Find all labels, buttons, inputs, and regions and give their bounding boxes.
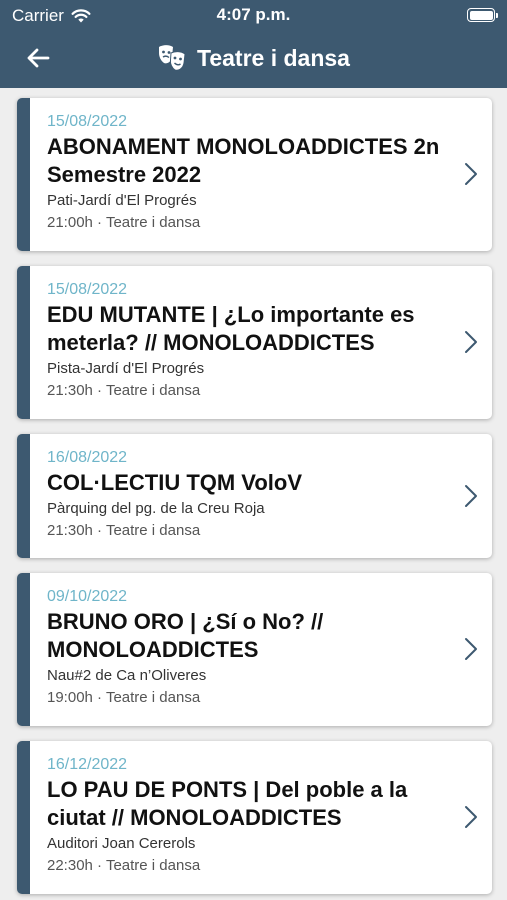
event-time: 21:00h <box>47 214 93 231</box>
event-meta: 21:30h · Teatre i dansa <box>47 522 201 539</box>
event-category: Teatre i dansa <box>105 382 201 399</box>
event-time: 19:00h <box>47 689 93 706</box>
event-time: 21:30h <box>47 522 93 539</box>
event-category: Teatre i dansa <box>105 689 201 706</box>
event-content: 09/10/2022 BRUNO ORO | ¿Sí o No? // MONO… <box>47 587 448 709</box>
event-card[interactable]: 16/08/2022 COL·LECTIU TQM VoloV Pàrquing… <box>17 434 492 558</box>
event-meta: 21:30h · Teatre i dansa <box>47 382 201 399</box>
event-meta: 22:30h · Teatre i dansa <box>47 857 201 874</box>
event-venue: Auditori Joan Cererols <box>47 835 196 852</box>
theater-masks-icon <box>159 45 186 71</box>
event-date: 09/10/2022 <box>47 588 128 605</box>
battery-icon <box>467 8 498 22</box>
event-title: LO PAU DE PONTS | Del poble a la ciutat … <box>47 777 408 830</box>
event-title: ABONAMENT MONOLOADDICTES 2n Semestre 202… <box>47 134 440 187</box>
event-title: COL·LECTIU TQM VoloV <box>47 470 303 495</box>
event-date: 16/08/2022 <box>47 449 128 466</box>
event-card[interactable]: 15/08/2022 EDU MUTANTE | ¿Lo importante … <box>17 266 492 419</box>
event-category: Teatre i dansa <box>105 522 201 539</box>
chevron-right-icon <box>465 638 477 660</box>
event-date: 15/08/2022 <box>47 113 128 130</box>
event-date: 15/08/2022 <box>47 281 128 298</box>
event-meta: 21:00h · Teatre i dansa <box>47 214 201 231</box>
event-title: BRUNO ORO | ¿Sí o No? // MONOLOADDICTES <box>47 609 324 662</box>
header: Carrier 4:07 p.m. Teatre i dansa <box>0 0 507 88</box>
nav-title-group: Teatre i dansa <box>0 42 507 74</box>
event-category: Teatre i dansa <box>105 214 201 231</box>
event-meta: 19:00h · Teatre i dansa <box>47 689 201 706</box>
event-card[interactable]: 09/10/2022 BRUNO ORO | ¿Sí o No? // MONO… <box>17 573 492 726</box>
event-content: 16/12/2022 LO PAU DE PONTS | Del poble a… <box>47 755 448 877</box>
event-category: Teatre i dansa <box>105 857 201 874</box>
event-card[interactable]: 16/12/2022 LO PAU DE PONTS | Del poble a… <box>17 741 492 894</box>
navigation-bar: Teatre i dansa <box>0 36 507 80</box>
page-title: Teatre i dansa <box>197 44 350 71</box>
chevron-right-icon <box>465 331 477 353</box>
event-time: 22:30h <box>47 857 93 874</box>
event-content: 16/08/2022 COL·LECTIU TQM VoloV Pàrquing… <box>47 448 448 542</box>
event-time: 21:30h <box>47 382 93 399</box>
event-card[interactable]: 15/08/2022 ABONAMENT MONOLOADDICTES 2n S… <box>17 98 492 251</box>
event-venue: Pista-Jardí d'El Progrés <box>47 360 205 377</box>
event-venue: Nau#2 de Ca n’Oliveres <box>47 667 207 684</box>
event-venue: Pati-Jardí d'El Progrés <box>47 192 197 209</box>
chevron-right-icon <box>465 806 477 828</box>
event-venue: Pàrquing del pg. de la Creu Roja <box>47 500 265 517</box>
chevron-right-icon <box>465 163 477 185</box>
event-date: 16/12/2022 <box>47 756 128 773</box>
status-time: 4:07 p.m. <box>216 5 291 24</box>
event-title: EDU MUTANTE | ¿Lo importante es meterla?… <box>47 302 415 355</box>
chevron-right-icon <box>465 485 477 507</box>
event-content: 15/08/2022 EDU MUTANTE | ¿Lo importante … <box>47 280 448 402</box>
event-content: 15/08/2022 ABONAMENT MONOLOADDICTES 2n S… <box>47 112 448 234</box>
status-bar: Carrier 4:07 p.m. <box>0 0 507 30</box>
